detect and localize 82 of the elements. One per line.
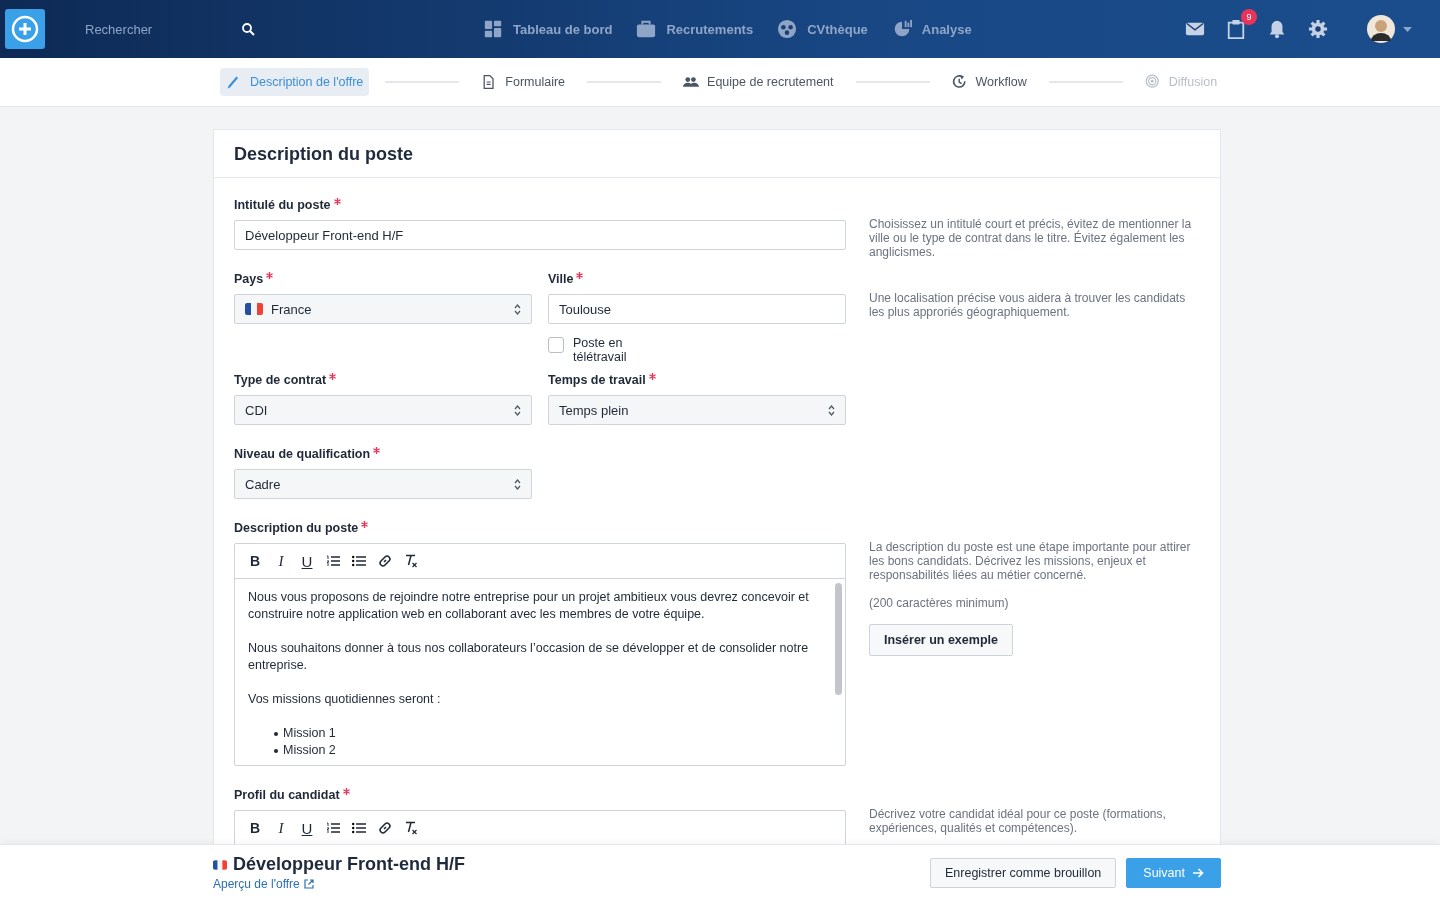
step-tab[interactable]: Workflow — [945, 68, 1033, 96]
scrollbar[interactable] — [835, 583, 842, 695]
list-item: Mission 1 — [283, 725, 336, 742]
dashboard-icon — [483, 19, 503, 39]
offer-title: Développeur Front-end H/F — [233, 854, 465, 875]
preview-link[interactable]: Aperçu de l'offre — [213, 877, 465, 891]
field-label: Description du poste — [234, 521, 359, 536]
save-draft-button[interactable]: Enregistrer comme brouillon — [930, 857, 1117, 888]
bell-icon[interactable] — [1267, 19, 1287, 39]
text-field[interactable]: Toulouse — [548, 294, 846, 324]
editor-paragraph: Nous vous proposons de rejoindre notre entreprise pour un projet ambitieux vous devrez concevoir et construire notre application web en collaborant avec les membres de votre équipe. — [248, 589, 810, 623]
rich-text-editor[interactable] — [234, 543, 846, 766]
clipboard-icon[interactable] — [1226, 19, 1246, 39]
nav-link[interactable]: Analyse — [891, 19, 972, 39]
select-field[interactable]: Cadre — [234, 469, 532, 499]
hint-text: La description du poste est une étape importante pour attirer les bons candidats. Décrivez les missions, enjeux et responsabilités liées au métier concerné. — [869, 540, 1192, 582]
italic-button[interactable]: I — [273, 819, 289, 837]
link-button[interactable] — [377, 552, 393, 570]
caret-icon[interactable] — [1403, 26, 1412, 32]
search-field[interactable]: Rechercher — [85, 21, 205, 37]
bullet-icon — [274, 748, 278, 753]
link-button[interactable] — [377, 819, 393, 837]
clear-format-icon — [404, 821, 418, 835]
link-icon — [378, 821, 392, 835]
checkbox-label: Poste en télétravail — [573, 336, 628, 364]
step-tab[interactable]: Equipe de recrutement — [677, 68, 840, 96]
avatar[interactable] — [1367, 15, 1395, 43]
bullet-list-icon — [352, 822, 366, 834]
search-icon[interactable] — [242, 22, 255, 36]
field-label: Intitulé du poste — [234, 198, 331, 213]
field-label: Temps de travail — [548, 373, 646, 388]
chevron-icon — [514, 404, 521, 416]
clear-format-button[interactable] — [403, 819, 419, 837]
chevron-icon — [514, 478, 521, 490]
bullet-icon — [274, 731, 278, 736]
bold-button[interactable]: B — [247, 819, 263, 837]
field-label: Profil du candidat — [234, 788, 340, 803]
hint-text: Choisissez un intitulé court et précis, évitez de mentionner la ville ou le type de contrat dans le titre. Évitez également les anglicismes. — [869, 217, 1193, 259]
flag-icon — [213, 859, 227, 870]
underline-button[interactable]: U — [299, 819, 315, 837]
ordered-list-icon — [326, 822, 340, 834]
hint-text: Une localisation précise vous aidera à trouver les candidats les plus approriés géographiquement. — [869, 291, 1187, 319]
clear-format-button[interactable] — [403, 552, 419, 570]
select-field[interactable]: France — [234, 294, 532, 324]
arrow-right-icon — [1193, 867, 1204, 878]
italic-button[interactable]: I — [273, 552, 289, 570]
field-label: Pays — [234, 272, 264, 287]
briefcase-icon — [636, 19, 657, 39]
step-tab[interactable]: Formulaire — [475, 68, 572, 96]
hint-text: Décrivez votre candidat idéal pour ce poste (formations, expériences, qualités et compétences). — [869, 807, 1167, 835]
select-field[interactable]: CDI — [234, 395, 532, 425]
insert-example-button[interactable]: Insérer un exemple — [869, 624, 1013, 656]
nav-link[interactable]: CVthèque — [777, 19, 868, 39]
chevron-icon — [514, 303, 521, 315]
editor-paragraph: Nous souhaitons donner à tous nos collaborateurs l’occasion de se développer et de consolider notre entreprise. — [248, 640, 810, 674]
select-field[interactable]: Temps plein — [548, 395, 846, 425]
chevron-icon — [828, 404, 835, 416]
bullet-list-icon — [352, 555, 366, 567]
field-label: Ville — [548, 272, 574, 287]
hint-text: (200 caractères minimum) — [869, 596, 1010, 610]
flag-icon — [245, 303, 263, 315]
list-item: Mission 2 — [283, 742, 336, 759]
card-title: Description du poste — [214, 130, 1220, 178]
link-icon — [378, 554, 392, 568]
underline-button[interactable]: U — [299, 552, 315, 570]
editor-paragraph: Vos missions quotidiennes seront : — [248, 691, 442, 708]
clear-format-icon — [404, 554, 418, 568]
ordered-list-icon — [326, 555, 340, 567]
settings-icon[interactable] — [1308, 19, 1328, 39]
target-icon — [1144, 74, 1161, 90]
field-label: Type de contrat — [234, 373, 327, 388]
field-label: Niveau de qualification — [234, 447, 371, 462]
bold-button[interactable]: B — [247, 552, 263, 570]
checkbox[interactable] — [548, 337, 564, 353]
nav-link[interactable]: Recrutements — [636, 19, 754, 39]
notification-badge: 9 — [1241, 9, 1257, 25]
plus-icon — [11, 15, 39, 43]
nav-link[interactable]: Tableau de bord — [483, 19, 613, 39]
cycle-icon — [951, 74, 968, 90]
external-link-icon — [303, 879, 314, 889]
text-field[interactable]: Développeur Front-end H/F — [234, 220, 846, 250]
add-button[interactable] — [5, 9, 45, 49]
